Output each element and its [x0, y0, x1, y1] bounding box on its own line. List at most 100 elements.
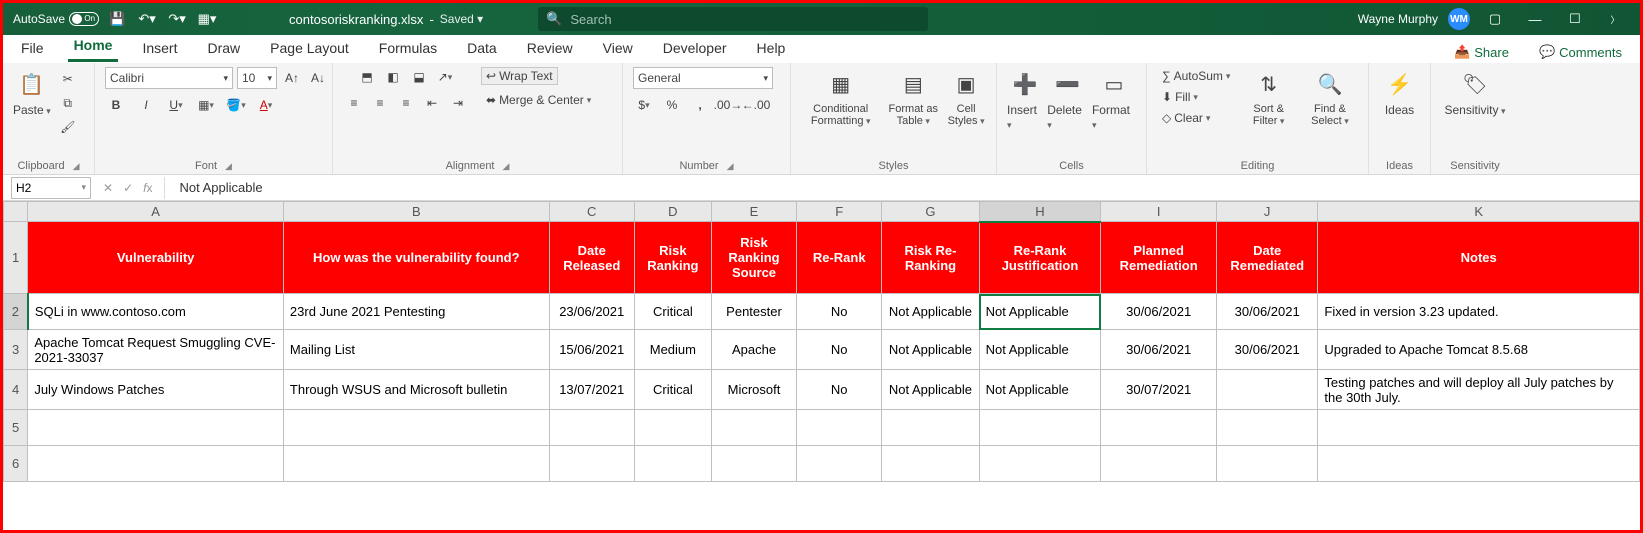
cell[interactable]: 30/07/2021: [1101, 370, 1217, 410]
row-header-6[interactable]: 6: [4, 446, 28, 482]
formula-input[interactable]: Not Applicable: [171, 180, 262, 195]
minimize-icon[interactable]: —: [1520, 7, 1550, 31]
selected-cell[interactable]: Not Applicable: [979, 294, 1101, 330]
align-left-icon[interactable]: ≡: [343, 93, 365, 113]
col-header-I[interactable]: I: [1101, 202, 1217, 222]
decrease-font-icon[interactable]: A↓: [307, 68, 329, 88]
cell[interactable]: [882, 446, 979, 482]
percent-icon[interactable]: %: [661, 95, 683, 115]
increase-font-icon[interactable]: A↑: [281, 68, 303, 88]
underline-icon[interactable]: U: [165, 95, 187, 115]
cell[interactable]: Testing patches and will deploy all July…: [1318, 370, 1640, 410]
cell[interactable]: [797, 446, 882, 482]
col-header-K[interactable]: K: [1318, 202, 1640, 222]
number-format-combo[interactable]: General▾: [633, 67, 773, 89]
header-risk-ranking[interactable]: Risk Ranking: [634, 222, 711, 294]
name-box[interactable]: H2▾: [11, 177, 91, 199]
merge-center-button[interactable]: ⬌ Merge & Center: [481, 91, 596, 109]
insert-cells-button[interactable]: ➕Insert: [1007, 67, 1043, 131]
col-header-J[interactable]: J: [1216, 202, 1317, 222]
col-header-H[interactable]: H: [979, 202, 1101, 222]
header-planned-remediation[interactable]: Planned Remediation: [1101, 222, 1217, 294]
cell[interactable]: 30/06/2021: [1101, 330, 1217, 370]
user-avatar[interactable]: WM: [1448, 8, 1470, 30]
cell[interactable]: SQLi in www.contoso.com: [28, 294, 284, 330]
header-rerank[interactable]: Re-Rank: [797, 222, 882, 294]
header-date-remediated[interactable]: Date Remediated: [1216, 222, 1317, 294]
tab-file[interactable]: File: [15, 36, 50, 62]
wrap-text-button[interactable]: ↩ Wrap Text: [481, 67, 558, 85]
cell[interactable]: Mailing List: [283, 330, 549, 370]
tab-view[interactable]: View: [597, 36, 639, 62]
tab-developer[interactable]: Developer: [657, 36, 733, 62]
cell[interactable]: Medium: [634, 330, 711, 370]
cell[interactable]: [28, 410, 284, 446]
bold-icon[interactable]: B: [105, 95, 127, 115]
cell[interactable]: Critical: [634, 370, 711, 410]
format-painter-icon[interactable]: 🖌: [57, 117, 79, 137]
cell[interactable]: Fixed in version 3.23 updated.: [1318, 294, 1640, 330]
cell[interactable]: [1101, 410, 1217, 446]
header-risk-source[interactable]: Risk Ranking Source: [711, 222, 796, 294]
cell[interactable]: Apache Tomcat Request Smuggling CVE-2021…: [28, 330, 284, 370]
cell[interactable]: [979, 410, 1101, 446]
fx-icon[interactable]: fx: [143, 181, 152, 195]
cell-styles-button[interactable]: ▣Cell Styles: [946, 67, 986, 127]
font-size-combo[interactable]: 10▾: [237, 67, 277, 89]
cell[interactable]: [711, 446, 796, 482]
fill-color-icon[interactable]: 🪣: [225, 95, 247, 115]
border-icon[interactable]: ▦: [195, 95, 217, 115]
col-header-C[interactable]: C: [549, 202, 634, 222]
cell[interactable]: Critical: [634, 294, 711, 330]
align-bottom-icon[interactable]: ⬓: [408, 67, 430, 87]
qat-customize-icon[interactable]: ▦▾: [195, 7, 219, 31]
share-button[interactable]: 📤 Share: [1448, 42, 1515, 62]
orientation-icon[interactable]: ↗: [434, 67, 456, 87]
italic-icon[interactable]: I: [135, 95, 157, 115]
cell[interactable]: Not Applicable: [882, 294, 979, 330]
worksheet[interactable]: A B C D E F G H I J K 1 Vulnerability Ho…: [3, 201, 1640, 482]
clear-button[interactable]: ◇ Clear: [1157, 109, 1215, 127]
cell[interactable]: [549, 446, 634, 482]
cell[interactable]: 30/06/2021: [1216, 330, 1317, 370]
paste-button[interactable]: 📋 Paste: [13, 67, 51, 117]
cell[interactable]: Not Applicable: [979, 370, 1101, 410]
cell[interactable]: [549, 410, 634, 446]
cell[interactable]: No: [797, 294, 882, 330]
tab-formulas[interactable]: Formulas: [373, 36, 443, 62]
cell[interactable]: [711, 410, 796, 446]
comments-button[interactable]: 💬 Comments: [1533, 42, 1628, 62]
col-header-E[interactable]: E: [711, 202, 796, 222]
align-right-icon[interactable]: ≡: [395, 93, 417, 113]
sort-filter-button[interactable]: ⇅Sort & Filter: [1243, 67, 1293, 127]
cell[interactable]: [1318, 410, 1640, 446]
format-as-table-button[interactable]: ▤Format as Table: [884, 67, 942, 127]
undo-icon[interactable]: ↶▾: [135, 7, 159, 31]
cell[interactable]: 30/06/2021: [1101, 294, 1217, 330]
header-rerank-justification[interactable]: Re-Rank Justification: [979, 222, 1101, 294]
comma-icon[interactable]: ,: [689, 95, 711, 115]
align-center-icon[interactable]: ≡: [369, 93, 391, 113]
delete-cells-button[interactable]: ➖Delete: [1047, 67, 1088, 131]
enter-formula-icon[interactable]: ✓: [123, 181, 133, 195]
maximize-icon[interactable]: ☐: [1560, 7, 1590, 31]
format-cells-button[interactable]: ▭Format: [1092, 67, 1136, 131]
header-date-released[interactable]: Date Released: [549, 222, 634, 294]
redo-icon[interactable]: ↷▾: [165, 7, 189, 31]
select-all-corner[interactable]: [4, 202, 28, 222]
col-header-F[interactable]: F: [797, 202, 882, 222]
cell[interactable]: Not Applicable: [882, 370, 979, 410]
accounting-icon[interactable]: $: [633, 95, 655, 115]
tab-page-layout[interactable]: Page Layout: [264, 36, 355, 62]
font-color-icon[interactable]: A: [255, 95, 277, 115]
row-header-2[interactable]: 2: [4, 294, 28, 330]
cell[interactable]: 13/07/2021: [549, 370, 634, 410]
font-name-combo[interactable]: Calibri▾: [105, 67, 233, 89]
cell[interactable]: [1318, 446, 1640, 482]
cell[interactable]: [634, 410, 711, 446]
row-header-5[interactable]: 5: [4, 410, 28, 446]
cell[interactable]: [28, 446, 284, 482]
cell[interactable]: Not Applicable: [979, 330, 1101, 370]
cell[interactable]: Pentester: [711, 294, 796, 330]
cell[interactable]: 15/06/2021: [549, 330, 634, 370]
